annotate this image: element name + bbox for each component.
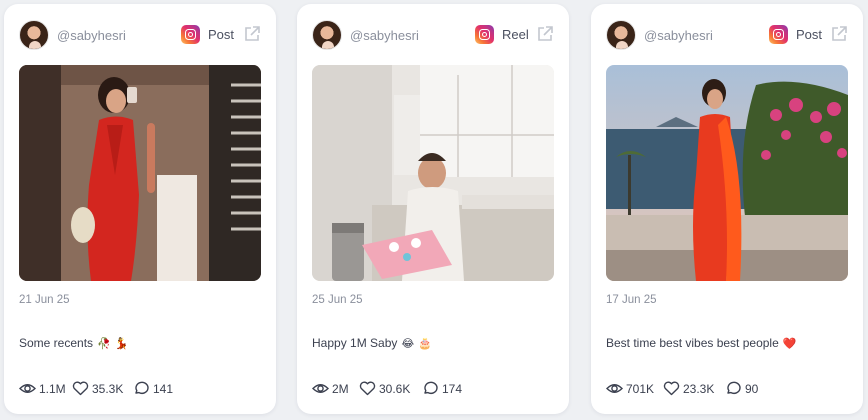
external-link-icon[interactable] (830, 25, 848, 43)
heart-icon (359, 381, 376, 396)
eye-icon (312, 384, 329, 393)
post-card[interactable]: @sabyhesri Reel 25 Jun 25 Happy 1M Saby … (297, 4, 569, 414)
heart-emoji: ❤️ (782, 338, 797, 350)
post-type-label: Reel (502, 27, 529, 42)
post-card[interactable]: @sabyhesri Post (591, 4, 863, 414)
card-header: @sabyhesri Reel (312, 20, 554, 50)
post-date: 25 Jun 25 (312, 294, 363, 306)
post-caption: Some recents 🥀 💃 (19, 336, 128, 350)
comments-count: 141 (153, 382, 174, 396)
instagram-icon (181, 25, 200, 44)
views-count: 701K (626, 382, 655, 396)
instagram-icon (475, 25, 494, 44)
comment-icon (135, 381, 149, 394)
laughing-emoji: 😂 (401, 338, 415, 350)
post-card-grid: @sabyhesri Post 21 Jun 25 Some recents 🥀… (0, 0, 868, 420)
post-date: 21 Jun 25 (19, 294, 70, 306)
post-type-label: Post (796, 27, 823, 42)
post-date: 17 Jun 25 (606, 294, 657, 306)
comment-icon (424, 381, 438, 394)
post-image[interactable] (312, 65, 554, 281)
caption-text: Some recents (19, 336, 94, 350)
heart-icon (72, 381, 89, 396)
views-count: 1.1M (39, 382, 66, 396)
account-handle[interactable]: @sabyhesri (350, 28, 419, 43)
comment-icon (727, 381, 741, 394)
post-caption: Happy 1M Saby 😂 🎂 (312, 336, 432, 350)
views-count: 2M (332, 382, 349, 396)
instagram-icon (769, 25, 788, 44)
post-caption: Best time best vibes best people ❤️ (606, 336, 796, 350)
heart-icon (663, 381, 680, 396)
avatar[interactable] (19, 20, 49, 50)
likes-count: 30.6K (379, 382, 411, 396)
avatar[interactable] (312, 20, 342, 50)
eye-icon (19, 384, 36, 393)
caption-text: Best time best vibes best people (606, 336, 779, 350)
caption-text: Happy 1M Saby (312, 336, 398, 350)
comments-count: 90 (745, 382, 759, 396)
post-image[interactable] (606, 65, 848, 281)
cake-emoji: 🎂 (418, 338, 432, 350)
avatar[interactable] (606, 20, 636, 50)
external-link-icon[interactable] (243, 25, 261, 43)
rose-emoji: 🥀 (97, 338, 111, 350)
card-header: @sabyhesri Post (606, 20, 848, 50)
eye-icon (606, 384, 623, 393)
account-handle[interactable]: @sabyhesri (57, 28, 126, 43)
card-header: @sabyhesri Post (19, 20, 261, 50)
comments-count: 174 (442, 382, 463, 396)
post-type-label: Post (208, 27, 235, 42)
account-handle[interactable]: @sabyhesri (644, 28, 713, 43)
post-card[interactable]: @sabyhesri Post (4, 4, 276, 414)
likes-count: 35.3K (92, 382, 124, 396)
post-image[interactable] (19, 65, 261, 281)
dancer-emoji: 💃 (114, 338, 129, 350)
external-link-icon[interactable] (536, 25, 554, 43)
likes-count: 23.3K (683, 382, 715, 396)
